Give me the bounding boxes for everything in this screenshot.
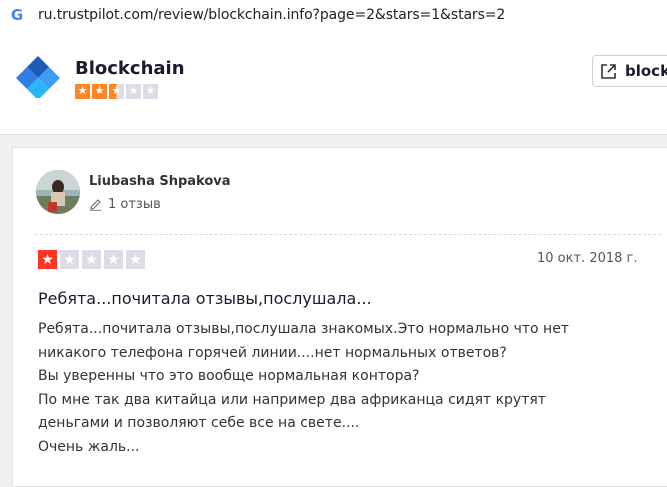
star-icon: ★ xyxy=(104,250,123,269)
review-body-line: деньгами и позволяют себе все на свете..… xyxy=(38,415,360,431)
blockchain-logo-icon xyxy=(16,56,60,98)
divider xyxy=(35,234,661,235)
author-review-count: 1 отзыв xyxy=(89,197,161,212)
review-count-label: 1 отзыв xyxy=(108,197,161,212)
review-date: 10 окт. 2018 г. xyxy=(537,251,638,266)
star-icon: ★ xyxy=(126,84,141,99)
visit-website-label: blockc xyxy=(625,62,667,80)
star-icon: ★ xyxy=(109,84,124,99)
review-body-line: Вы уверенны что это вообще нормальная ко… xyxy=(38,368,420,384)
business-name[interactable]: Blockchain xyxy=(75,58,185,79)
star-icon: ★ xyxy=(82,250,101,269)
review-card: Liubasha Shpakova 1 отзыв ★ ★ ★ ★ ★ 10 о… xyxy=(12,147,667,487)
business-rating-stars: ★ ★ ★ ★ ★ xyxy=(75,84,158,99)
star-icon: ★ xyxy=(92,84,107,99)
review-body-line: Очень жаль... xyxy=(38,438,140,455)
pencil-icon xyxy=(90,199,101,211)
visit-website-button[interactable]: blockc xyxy=(592,55,667,87)
address-bar[interactable]: G ru.trustpilot.com/review/blockchain.in… xyxy=(0,0,667,30)
business-header: Blockchain ★ ★ ★ ★ ★ blockc xyxy=(0,30,667,135)
star-icon: ★ xyxy=(60,250,79,269)
google-icon: G xyxy=(10,6,24,24)
star-icon: ★ xyxy=(143,84,158,99)
star-icon: ★ xyxy=(75,84,90,99)
external-link-icon xyxy=(601,63,616,79)
review-body: Ребята...почитала отзывы,послушала знако… xyxy=(38,318,658,459)
star-icon: ★ xyxy=(126,250,145,269)
review-title[interactable]: Ребята...почитала отзывы,послушала... xyxy=(38,289,372,308)
review-body-line: Ребята...почитала отзывы,послушала знако… xyxy=(38,321,569,337)
avatar[interactable] xyxy=(36,170,80,214)
review-body-line: никакого телефона горячей линии....нет н… xyxy=(38,344,507,361)
review-body-line: По мне так два китайца или например два … xyxy=(38,391,546,408)
author-name[interactable]: Liubasha Shpakova xyxy=(89,174,231,189)
review-rating-stars: ★ ★ ★ ★ ★ xyxy=(38,250,145,269)
star-icon: ★ xyxy=(38,250,57,269)
url-text[interactable]: ru.trustpilot.com/review/blockchain.info… xyxy=(38,7,505,23)
